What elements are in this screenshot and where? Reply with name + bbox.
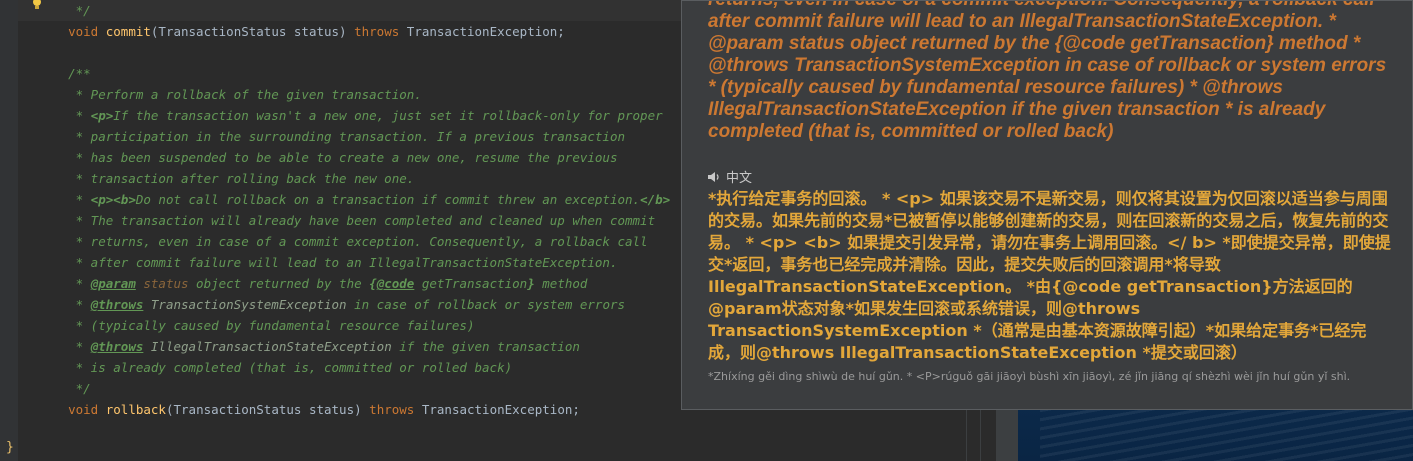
translation-popup[interactable]: returns, even in case of a commit except… [681,0,1413,410]
code-line: */ [38,381,91,396]
code-line: * @param status object returned by the {… [38,273,588,294]
comment-text: method [534,276,588,291]
code-line: * The transaction will already have been… [38,213,656,228]
closing-brace: } [6,440,14,455]
method-name: commit [105,24,151,39]
code-line: */ [38,3,91,18]
code-ref: getTransaction [414,276,528,291]
code-line: * returns, even in case of a commit exce… [38,234,648,249]
code-line: * <p>If the transaction wasn't a new one… [38,105,663,126]
comment-text: in case of rollback or system errors [346,297,626,312]
javadoc-tag: @throws [90,339,144,354]
comment-prefix: * [38,108,91,123]
javadoc-tag: @throws [90,297,144,312]
method-name: rollback [105,402,166,417]
comment-prefix: * [38,297,91,312]
comment-prefix: * [38,192,91,207]
code-line: * Perform a rollback of the given transa… [38,87,422,102]
code-line: * transaction after rolling back the new… [38,171,415,186]
comment-prefix: * [38,276,91,291]
comment-text: object returned by the [188,276,370,291]
speaker-icon[interactable] [708,171,721,183]
html-tag: </b> [640,192,671,207]
language-row[interactable]: 中文 [708,167,752,186]
keyword: void [68,402,99,417]
keyword: throws [354,24,400,39]
code-line: * <p><b>Do not call rollback on a transa… [38,189,671,210]
code-line: void rollback(TransactionStatus status) … [38,399,580,420]
code-brace: { [369,276,377,291]
pinyin-text: *Zhíxíng gěi dìng shìwù de huí gǔn. * <P… [708,370,1351,383]
comment-text: if the given transaction [391,339,580,354]
comment-text: If the transaction wasn't a new one, jus… [113,108,663,123]
params: (TransactionStatus status) [165,402,370,417]
source-text: returns, even in case of a commit except… [708,1,1387,142]
keyword: throws [369,402,415,417]
code-line: * after commit failure will lead to an I… [38,255,618,270]
code-line: void commit(TransactionStatus status) th… [38,21,565,42]
code-line: * participation in the surrounding trans… [38,129,625,144]
keyword: void [68,24,99,39]
params: (TransactionStatus status) [150,24,355,39]
code-line: * @throws TransactionSystemException in … [38,294,625,315]
code-line: * is already completed (that is, committ… [38,360,513,375]
translation-text: *执行给定事务的回滚。 * <p> 如果该交易不是新交易，则仅将其设置为仅回滚以… [708,189,1391,362]
exception-ref: TransactionSystemException [143,297,347,312]
comment-text: Do not call rollback on a transaction if… [135,192,641,207]
comment-prefix: * [38,339,91,354]
exception-ref: IllegalTransactionStateException [143,339,392,354]
code-line: * has been suspended to be able to creat… [38,150,618,165]
code-line: * (typically caused by fundamental resou… [38,318,475,333]
code-line: * @throws IllegalTransactionStateExcepti… [38,336,580,357]
exception-type: TransactionException; [399,24,565,39]
javadoc-tag: @param [90,276,136,291]
javadoc-tag: @code [376,276,415,291]
editor-gutter [0,0,18,461]
param-name: status [135,276,189,291]
html-tag: <p> [90,108,114,123]
html-tag: <p><b> [90,192,136,207]
language-label: 中文 [726,171,753,186]
code-brace: } [527,276,535,291]
exception-type: TransactionException; [414,402,580,417]
code-line: /** [38,66,91,81]
